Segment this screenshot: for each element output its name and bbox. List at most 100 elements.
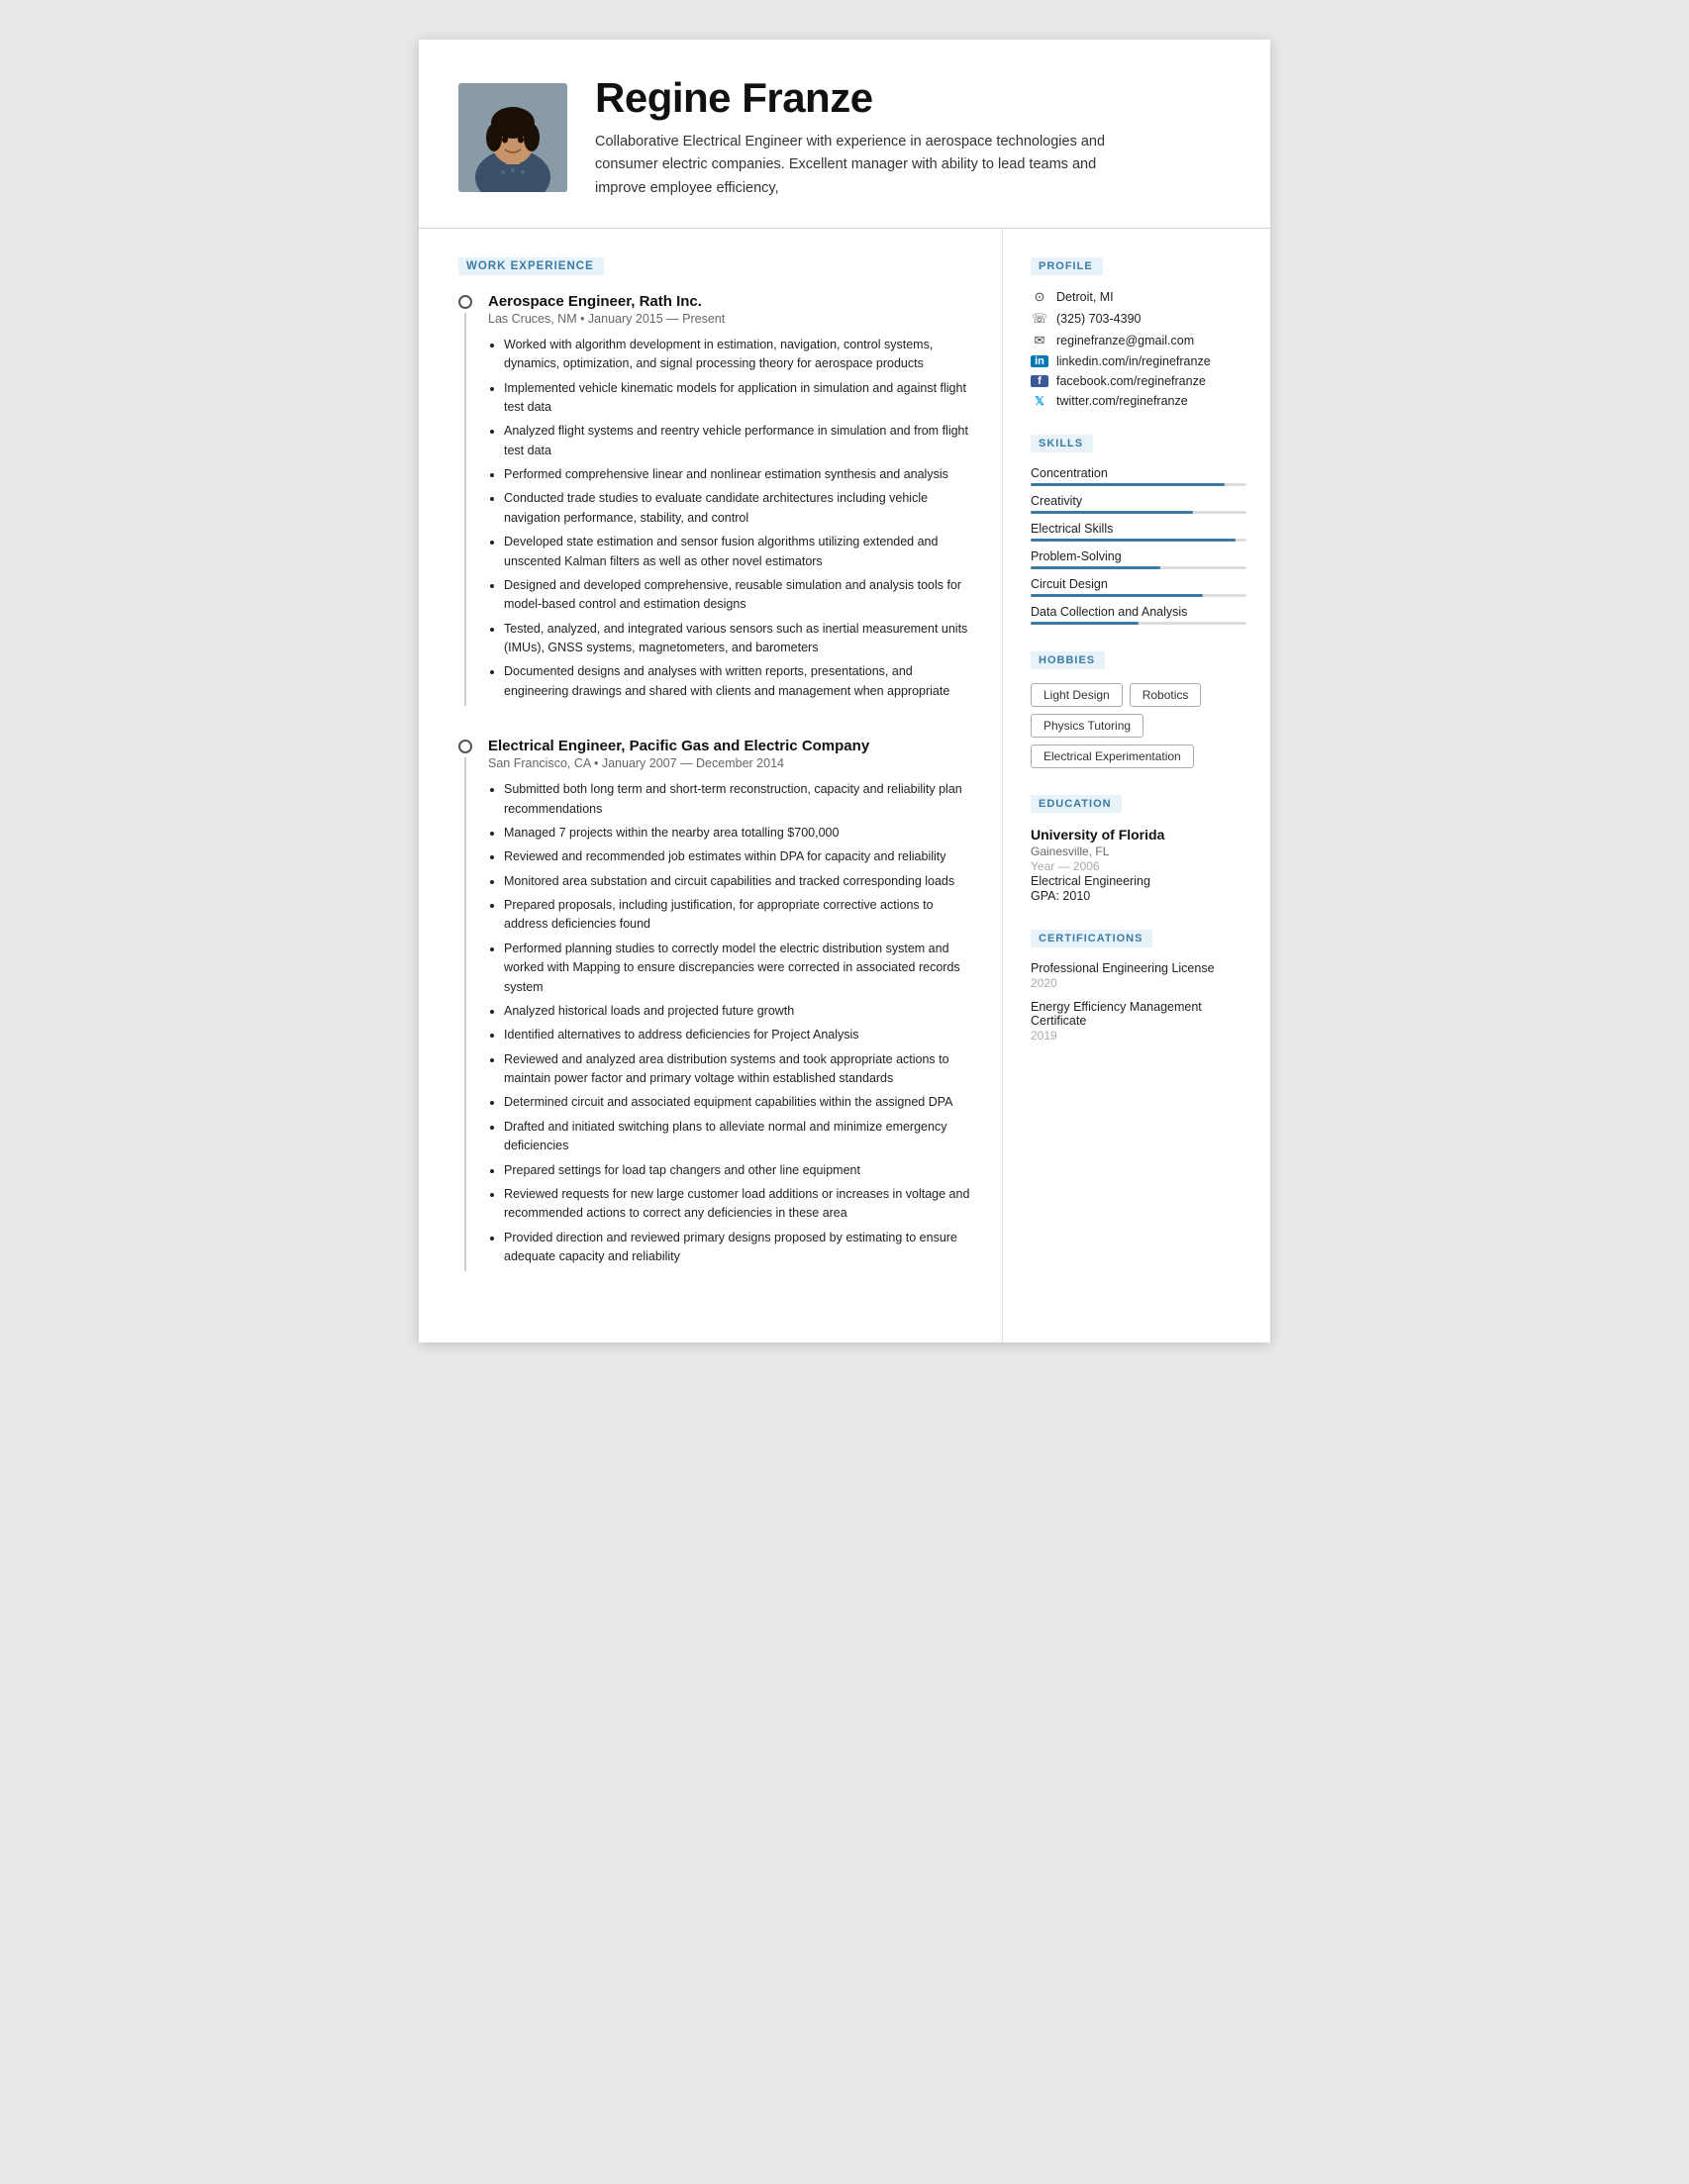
bullet-2-7: Identified alternatives to address defic… xyxy=(504,1026,970,1044)
bullet-1-4: Conducted trade studies to evaluate cand… xyxy=(504,489,970,528)
hobbies-label: HOBBIES xyxy=(1031,651,1105,669)
bullet-2-9: Determined circuit and associated equipm… xyxy=(504,1093,970,1112)
skill-name-3: Problem-Solving xyxy=(1031,549,1246,563)
twitter-icon: 𝕏 xyxy=(1031,394,1048,408)
hobby-tag-1: Robotics xyxy=(1130,683,1202,707)
skill-name-5: Data Collection and Analysis xyxy=(1031,605,1246,619)
skills-container: Concentration Creativity Electrical Skil… xyxy=(1031,466,1246,625)
job-bullets-1: Worked with algorithm development in est… xyxy=(488,336,970,701)
bullet-2-2: Reviewed and recommended job estimates w… xyxy=(504,847,970,866)
header-section: Regine Franze Collaborative Electrical E… xyxy=(419,40,1270,229)
phone-icon: ☏ xyxy=(1031,311,1048,327)
cert-name-1: Energy Efficiency Management Certificate xyxy=(1031,1000,1246,1028)
cert-year-0: 2020 xyxy=(1031,976,1246,990)
bullet-1-7: Tested, analyzed, and integrated various… xyxy=(504,620,970,658)
skill-bar-fill-0 xyxy=(1031,483,1225,486)
profile-twitter: 𝕏 twitter.com/reginefranze xyxy=(1031,394,1246,408)
header-text: Regine Franze Collaborative Electrical E… xyxy=(595,75,1223,200)
skill-item-1: Creativity xyxy=(1031,494,1246,514)
hobby-tag-0: Light Design xyxy=(1031,683,1123,707)
job-line-2 xyxy=(464,757,466,1271)
skill-bar-bg-4 xyxy=(1031,594,1246,597)
profile-facebook-text: facebook.com/reginefranze xyxy=(1056,374,1206,388)
profile-twitter-text: twitter.com/reginefranze xyxy=(1056,394,1188,408)
cert-name-0: Professional Engineering License xyxy=(1031,961,1246,975)
skill-name-0: Concentration xyxy=(1031,466,1246,480)
job-content-2: Electrical Engineer, Pacific Gas and Ele… xyxy=(488,738,970,1271)
skill-bar-bg-2 xyxy=(1031,539,1246,542)
skill-name-2: Electrical Skills xyxy=(1031,522,1246,536)
profile-label: PROFILE xyxy=(1031,257,1103,275)
resume-page: Regine Franze Collaborative Electrical E… xyxy=(419,40,1270,1342)
profile-facebook: f facebook.com/reginefranze xyxy=(1031,374,1246,388)
job-circle-2 xyxy=(458,740,472,753)
profile-email: ✉ reginefranze@gmail.com xyxy=(1031,333,1246,348)
profile-email-text: reginefranze@gmail.com xyxy=(1056,334,1194,347)
bullet-2-3: Monitored area substation and circuit ca… xyxy=(504,872,970,891)
cert-item-1: Energy Efficiency Management Certificate… xyxy=(1031,1000,1246,1042)
skill-item-0: Concentration xyxy=(1031,466,1246,486)
edu-uni: University of Florida xyxy=(1031,827,1246,843)
left-column: WORK EXPERIENCE Aerospace Engineer, Rath… xyxy=(419,229,1003,1343)
bullet-1-8: Documented designs and analyses with wri… xyxy=(504,662,970,701)
bullet-2-0: Submitted both long term and short-term … xyxy=(504,780,970,819)
skill-item-2: Electrical Skills xyxy=(1031,522,1246,542)
job-title-1: Aerospace Engineer, Rath Inc. xyxy=(488,293,970,310)
bullet-2-8: Reviewed and analyzed area distribution … xyxy=(504,1050,970,1089)
bullet-2-10: Drafted and initiated switching plans to… xyxy=(504,1118,970,1156)
job-meta-1: Las Cruces, NM • January 2015 — Present xyxy=(488,312,970,326)
skill-bar-bg-0 xyxy=(1031,483,1246,486)
bullet-1-0: Worked with algorithm development in est… xyxy=(504,336,970,374)
certs-container: Professional Engineering License 2020 En… xyxy=(1031,961,1246,1042)
job-timeline-2 xyxy=(458,738,472,1271)
profile-linkedin: in linkedin.com/in/reginefranze xyxy=(1031,354,1246,368)
bullet-2-12: Reviewed requests for new large customer… xyxy=(504,1185,970,1224)
bullet-2-1: Managed 7 projects within the nearby are… xyxy=(504,824,970,843)
edu-location: Gainesville, FL xyxy=(1031,844,1246,858)
job-entry-2: Electrical Engineer, Pacific Gas and Ele… xyxy=(458,738,970,1271)
bullet-1-1: Implemented vehicle kinematic models for… xyxy=(504,379,970,418)
edu-year: Year — 2006 xyxy=(1031,859,1246,873)
profile-location: ⊙ Detroit, MI xyxy=(1031,289,1246,305)
job-entry-1: Aerospace Engineer, Rath Inc. Las Cruces… xyxy=(458,293,970,706)
body-columns: WORK EXPERIENCE Aerospace Engineer, Rath… xyxy=(419,229,1270,1343)
certifications-label: CERTIFICATIONS xyxy=(1031,930,1152,947)
bullet-2-5: Performed planning studies to correctly … xyxy=(504,940,970,997)
bullet-1-5: Developed state estimation and sensor fu… xyxy=(504,533,970,571)
skills-section: SKILLS Concentration Creativity Electric… xyxy=(1031,434,1246,625)
avatar xyxy=(458,83,567,192)
education-section: EDUCATION University of Florida Gainesvi… xyxy=(1031,794,1246,903)
facebook-icon: f xyxy=(1031,375,1048,387)
skill-bar-fill-5 xyxy=(1031,622,1139,625)
bullet-2-4: Prepared proposals, including justificat… xyxy=(504,896,970,935)
skill-bar-fill-4 xyxy=(1031,594,1203,597)
skill-item-3: Problem-Solving xyxy=(1031,549,1246,569)
skill-bar-fill-3 xyxy=(1031,566,1160,569)
email-icon: ✉ xyxy=(1031,333,1048,348)
skill-item-4: Circuit Design xyxy=(1031,577,1246,597)
hobby-tag-2: Physics Tutoring xyxy=(1031,714,1143,738)
skill-item-5: Data Collection and Analysis xyxy=(1031,605,1246,625)
cert-item-0: Professional Engineering License 2020 xyxy=(1031,961,1246,990)
certifications-section: CERTIFICATIONS Professional Engineering … xyxy=(1031,929,1246,1042)
edu-gpa: GPA: 2010 xyxy=(1031,889,1246,903)
header-tagline: Collaborative Electrical Engineer with e… xyxy=(595,131,1110,200)
education-label: EDUCATION xyxy=(1031,795,1122,813)
hobbies-section: HOBBIES Light Design Robotics Physics Tuto… xyxy=(1031,650,1246,768)
profile-section: PROFILE ⊙ Detroit, MI ☏ (325) 703-4390 ✉… xyxy=(1031,256,1246,408)
work-experience-label: WORK EXPERIENCE xyxy=(458,257,604,275)
skill-bar-bg-1 xyxy=(1031,511,1246,514)
bullet-1-3: Performed comprehensive linear and nonli… xyxy=(504,465,970,484)
header-name: Regine Franze xyxy=(595,75,1223,121)
job-bullets-2: Submitted both long term and short-term … xyxy=(488,780,970,1266)
bullet-1-6: Designed and developed comprehensive, re… xyxy=(504,576,970,615)
job-timeline-1 xyxy=(458,293,472,706)
skill-bar-fill-2 xyxy=(1031,539,1236,542)
bullet-2-11: Prepared settings for load tap changers … xyxy=(504,1161,970,1180)
profile-linkedin-text: linkedin.com/in/reginefranze xyxy=(1056,354,1211,368)
job-title-2: Electrical Engineer, Pacific Gas and Ele… xyxy=(488,738,970,754)
hobby-tags: Light DesignRoboticsPhysics TutoringElec… xyxy=(1031,683,1246,768)
right-column: PROFILE ⊙ Detroit, MI ☏ (325) 703-4390 ✉… xyxy=(1003,229,1270,1343)
job-content-1: Aerospace Engineer, Rath Inc. Las Cruces… xyxy=(488,293,970,706)
location-icon: ⊙ xyxy=(1031,289,1048,305)
